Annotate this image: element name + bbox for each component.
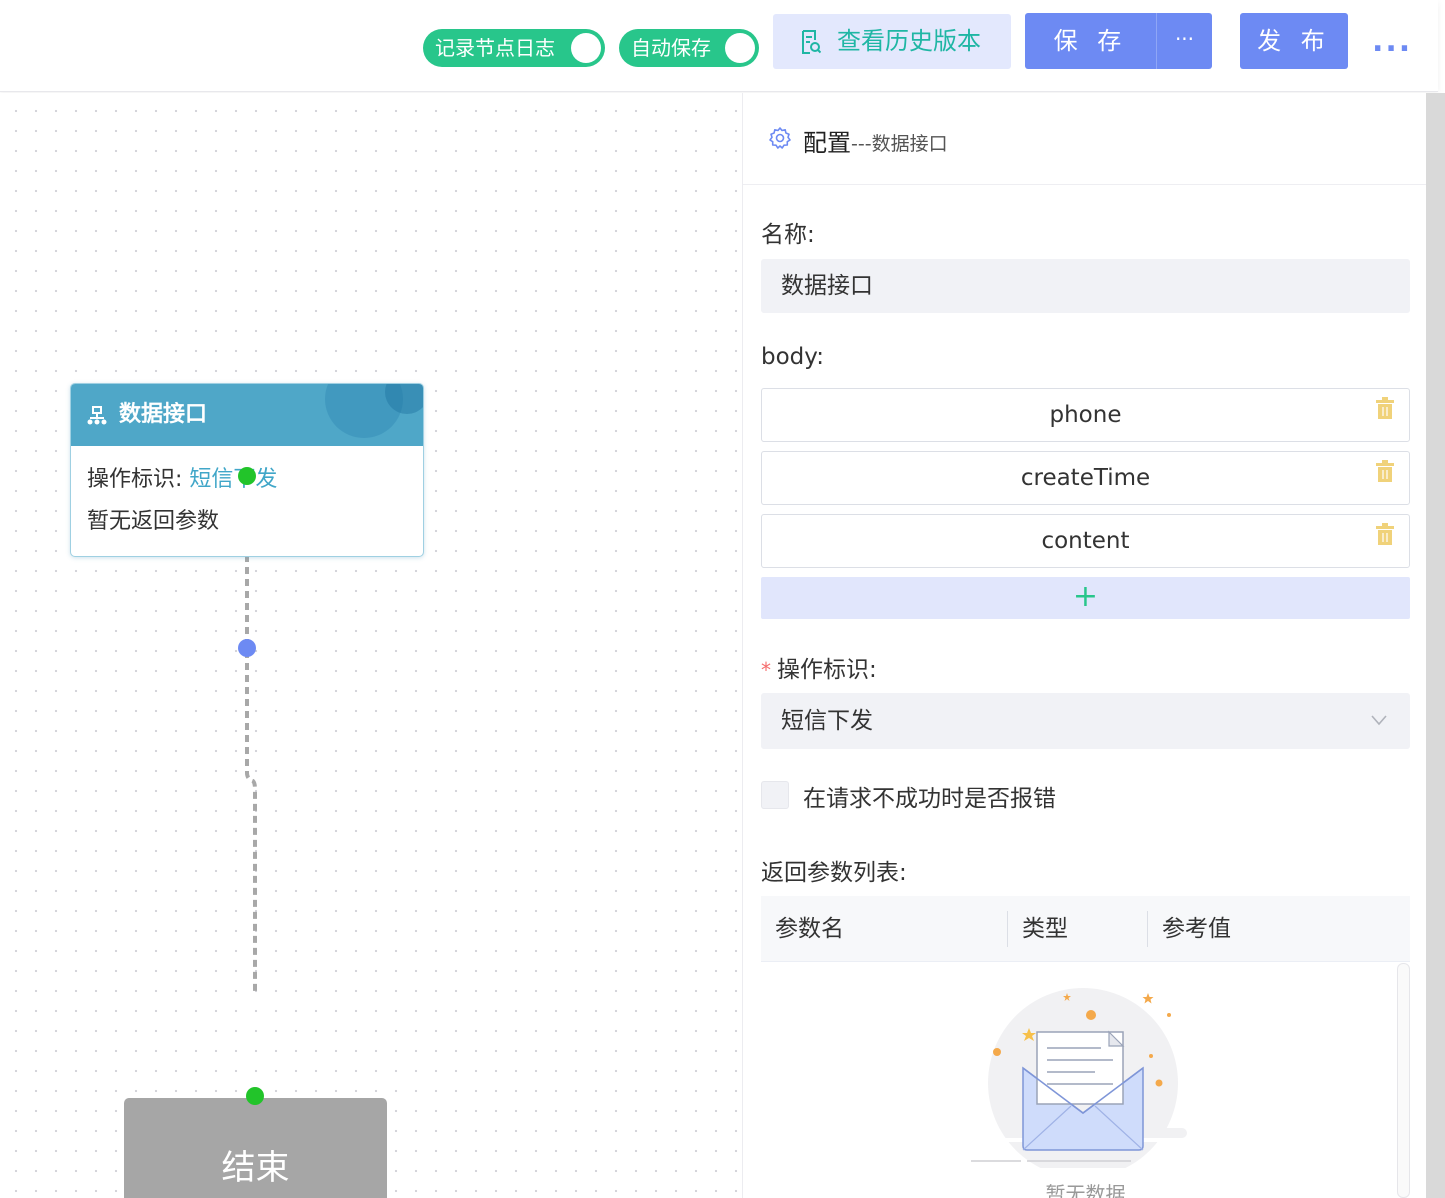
panel-subtitle: ---数据接口 (851, 133, 948, 155)
api-hierarchy-icon (87, 406, 107, 425)
body-item-value: content (1041, 528, 1130, 554)
return-params-table-body: 暂无数据 (761, 963, 1410, 1198)
body-item-content[interactable]: content (761, 514, 1410, 568)
node-op-row: 操作标识: 短信下发 (87, 464, 423, 506)
error-on-fail-checkbox[interactable] (761, 781, 789, 809)
trash-icon[interactable] (1375, 459, 1395, 483)
autosave-toggle[interactable]: 自动保存 (619, 29, 759, 67)
config-panel: 配置 ---数据接口 名称: 数据接口 body: phone createTi… (742, 93, 1427, 1198)
end-node-input-port[interactable] (246, 1087, 264, 1105)
column-header-type: 类型 (1022, 916, 1068, 942)
autosave-toggle-label: 自动保存 (631, 36, 711, 60)
add-body-item-button[interactable]: + (761, 577, 1410, 619)
view-history-label: 查看历史版本 (837, 27, 981, 55)
node-op-value: 短信下发 (189, 467, 278, 492)
save-button[interactable]: 保 存 (1025, 13, 1156, 69)
error-on-fail-label: 在请求不成功时是否报错 (803, 786, 1056, 812)
trash-icon[interactable] (1375, 396, 1395, 420)
name-input[interactable]: 数据接口 (761, 259, 1410, 313)
top-toolbar: 记录节点日志 自动保存 查看历史版本 保 存 ··· 发 布 ... (0, 0, 1438, 92)
trash-icon[interactable] (1375, 522, 1395, 546)
node-op-label: 操作标识: (87, 467, 190, 492)
page-scrollbar[interactable] (1426, 93, 1445, 1198)
panel-header: 配置 ---数据接口 (743, 93, 1427, 185)
op-label: * 操作标识: (761, 650, 877, 684)
end-node-label: 结束 (221, 1148, 290, 1188)
name-label: 名称: (761, 222, 815, 248)
toggle-knob (571, 33, 601, 63)
return-params-table-header: 参数名 类型 参考值 (761, 896, 1410, 962)
node-title: 数据接口 (119, 402, 208, 427)
document-search-icon (802, 30, 821, 54)
save-options-button[interactable]: ··· (1156, 13, 1212, 69)
log-node-toggle-label: 记录节点日志 (435, 36, 555, 60)
flow-canvas[interactable]: 数据接口 操作标识: 短信下发 暂无返回参数 结束 (0, 93, 742, 1198)
workflow-editor: 记录节点日志 自动保存 查看历史版本 保 存 ··· 发 布 ... 数据接口 … (0, 0, 1445, 1198)
node-body: 操作标识: 短信下发 暂无返回参数 (71, 446, 423, 548)
empty-mailbox-icon (971, 988, 1199, 1168)
end-node[interactable]: 结束 (124, 1098, 387, 1198)
view-history-button[interactable]: 查看历史版本 (773, 14, 1011, 69)
node-output-port[interactable] (238, 639, 256, 657)
op-label-text: 操作标识: (777, 657, 877, 683)
op-select-value: 短信下发 (781, 708, 873, 734)
toggle-knob (725, 33, 755, 63)
connector-edge[interactable] (0, 93, 742, 1198)
empty-data-text: 暂无数据 (1045, 1182, 1126, 1198)
op-select[interactable]: 短信下发 (761, 693, 1410, 749)
body-item-phone[interactable]: phone (761, 388, 1410, 442)
required-mark: * (761, 658, 771, 682)
table-scrollbar[interactable] (1397, 963, 1410, 1198)
node-return-text: 暂无返回参数 (87, 509, 220, 534)
body-item-createtime[interactable]: createTime (761, 451, 1410, 505)
return-params-label: 返回参数列表: (761, 860, 907, 886)
gear-icon (769, 127, 791, 149)
column-header-param-name: 参数名 (775, 916, 844, 942)
body-item-value: phone (1049, 402, 1122, 428)
publish-button[interactable]: 发 布 (1240, 13, 1348, 69)
node-input-port[interactable] (238, 467, 256, 485)
more-menu-button[interactable]: ... (1372, 22, 1412, 62)
log-node-toggle[interactable]: 记录节点日志 (423, 29, 605, 67)
panel-title: 配置 (803, 129, 851, 157)
chevron-down-icon (1371, 715, 1387, 726)
body-label: body: (761, 344, 824, 370)
body-item-value: createTime (1020, 465, 1151, 491)
column-header-reference: 参考值 (1162, 916, 1231, 942)
node-header: 数据接口 (71, 384, 423, 446)
